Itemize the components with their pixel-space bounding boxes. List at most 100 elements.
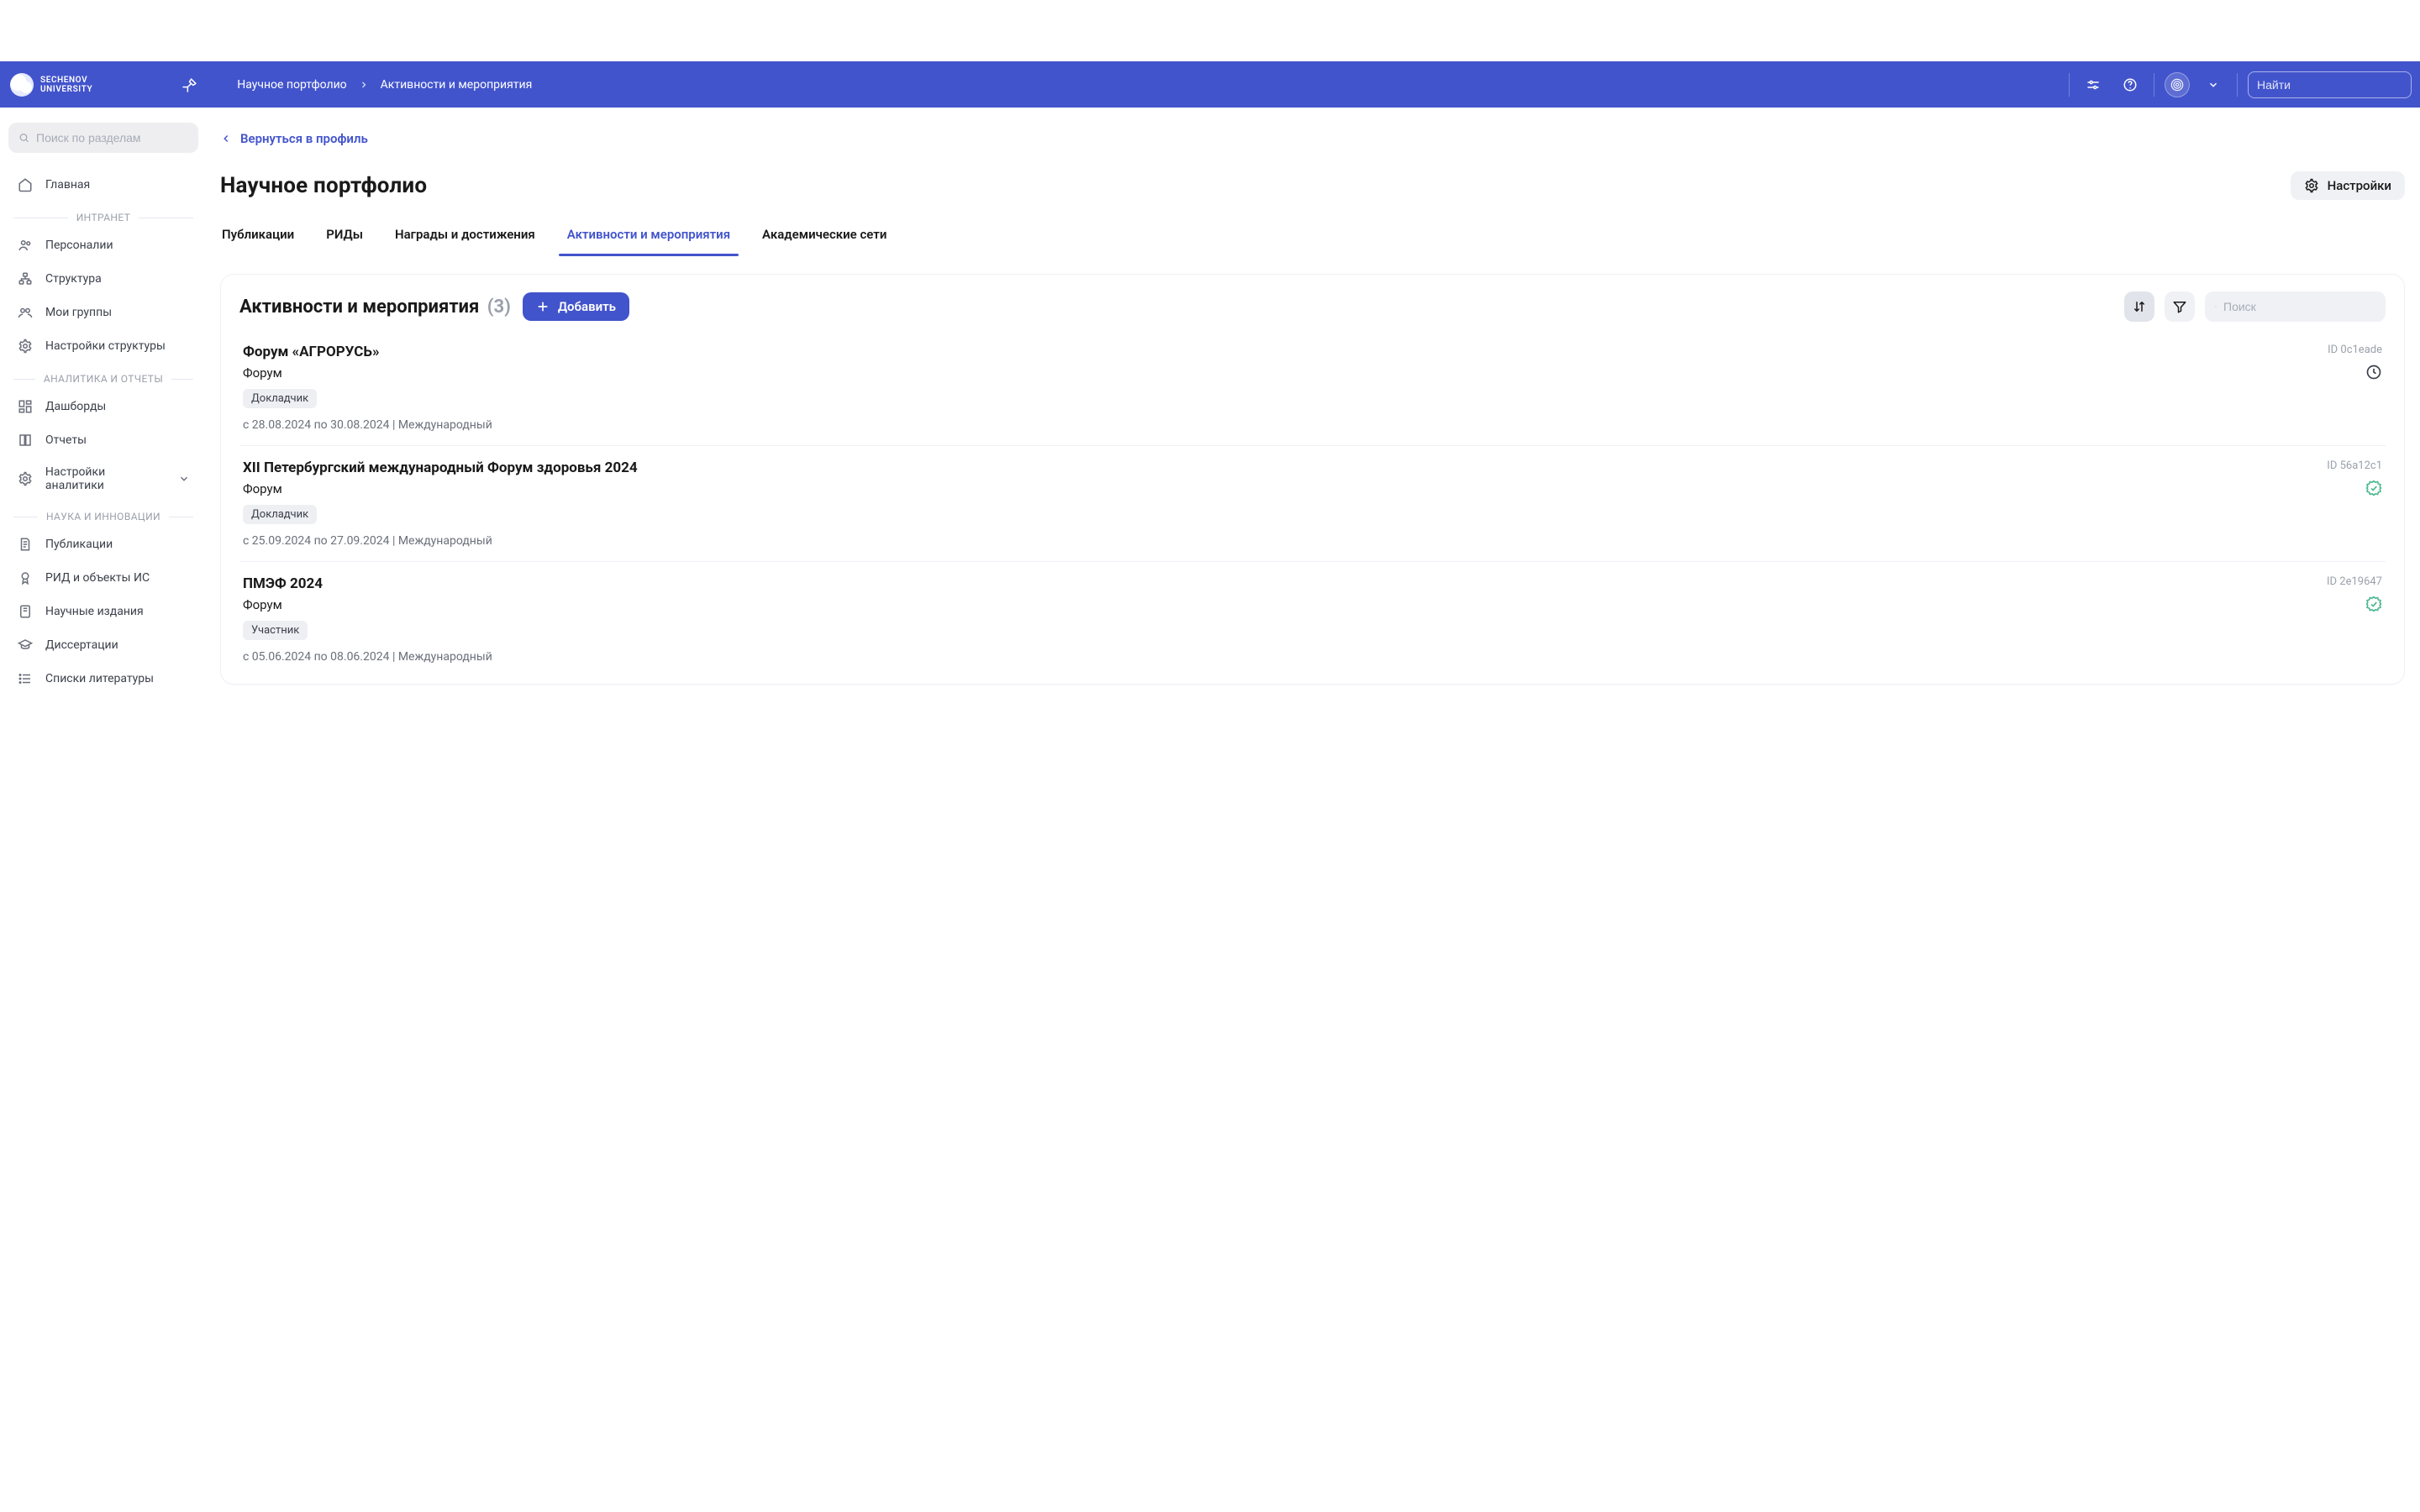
sliders-icon <box>2086 77 2101 92</box>
back-to-profile[interactable]: Вернуться в профиль <box>220 131 2405 146</box>
award-icon <box>18 570 33 585</box>
sidebar-item-journals[interactable]: Научные издания <box>8 595 198 628</box>
page-title: Научное портфолио <box>220 173 427 198</box>
item-title: XII Петербургский международный Форум зд… <box>243 459 638 476</box>
item-meta: с 05.06.2024 по 08.06.2024 | Международн… <box>243 650 2382 664</box>
settings-label: Настройки <box>2328 178 2391 193</box>
adjustments-button[interactable] <box>2080 71 2107 98</box>
activities-panel: Активности и мероприятия (3) Добавить <box>220 274 2405 685</box>
sidebar-item-label: Настройки аналитики <box>45 465 166 492</box>
plus-icon <box>536 300 550 313</box>
sidebar-item-analytics-settings[interactable]: Настройки аналитики <box>8 457 198 501</box>
sidebar-item-persons[interactable]: Персоналии <box>8 228 198 262</box>
status-verified-icon <box>2365 596 2382 612</box>
sidebar-search[interactable] <box>8 123 198 153</box>
sidebar-item-label: Диссертации <box>45 638 118 652</box>
sidebar-item-groups[interactable]: Мои группы <box>8 296 198 329</box>
role-badge: Докладчик <box>243 505 317 524</box>
settings-button[interactable]: Настройки <box>2291 171 2405 200</box>
tab-awards[interactable]: Награды и достижения <box>393 218 537 255</box>
brand-line2: UNIVERSITY <box>40 85 92 94</box>
item-title: ПМЭФ 2024 <box>243 575 323 592</box>
sidebar-item-label: РИД и объекты ИС <box>45 571 150 585</box>
account-menu[interactable] <box>2200 71 2227 98</box>
panel-count: (3) <box>487 297 511 318</box>
search-icon <box>2215 300 2217 313</box>
sidebar-item-label: Дашборды <box>45 400 106 413</box>
tab-publications[interactable]: Публикации <box>220 218 296 255</box>
gear-icon <box>18 339 33 354</box>
list-item[interactable]: ПМЭФ 2024 ID 2e19647 Форум Участник с 05… <box>239 561 2386 677</box>
sidebar-item-structure[interactable]: Структура <box>8 262 198 296</box>
group-icon <box>18 305 33 320</box>
backlink-label: Вернуться в профиль <box>240 131 368 146</box>
breadcrumb: Научное портфолио Активности и мероприят… <box>237 78 532 92</box>
breadcrumb-leaf[interactable]: Активности и мероприятия <box>381 78 533 92</box>
activities-list: Форум «АГРОРУСЬ» ID 0c1eade Форум Доклад… <box>239 330 2386 677</box>
graduation-icon <box>18 638 33 653</box>
topbar: SECHENOV UNIVERSITY Научное портфолио Ак… <box>0 61 2420 108</box>
sidebar-item-dashboards[interactable]: Дашборды <box>8 390 198 423</box>
sidebar-search-input[interactable] <box>36 131 188 144</box>
list-item[interactable]: Форум «АГРОРУСЬ» ID 0c1eade Форум Доклад… <box>239 330 2386 445</box>
sidebar-item-label: Мои группы <box>45 306 112 319</box>
sidebar-item-publications[interactable]: Публикации <box>8 528 198 561</box>
sidebar-item-reports[interactable]: Отчеты <box>8 423 198 457</box>
filter-icon <box>2172 299 2187 314</box>
pin-toggle[interactable] <box>176 71 203 98</box>
help-button[interactable] <box>2117 71 2144 98</box>
panel-search-input[interactable] <box>2223 300 2375 313</box>
tab-activities[interactable]: Активности и мероприятия <box>566 218 732 255</box>
document-icon <box>18 537 33 552</box>
sidebar-section-science: НАУКА И ИННОВАЦИИ <box>8 501 198 528</box>
search-icon <box>18 131 29 144</box>
book-icon <box>18 433 33 448</box>
gear-icon <box>18 471 33 486</box>
chevron-down-icon <box>2207 79 2219 91</box>
filter-button[interactable] <box>2165 291 2195 322</box>
main: Вернуться в профиль Научное портфолио На… <box>220 108 2420 1512</box>
tab-networks[interactable]: Академические сети <box>760 218 888 255</box>
sidebar-section-analytics: АНАЛИТИКА И ОТЧЕТЫ <box>8 363 198 390</box>
sidebar-item-structure-settings[interactable]: Настройки структуры <box>8 329 198 363</box>
chevron-left-icon <box>220 133 232 144</box>
brand-text: SECHENOV UNIVERSITY <box>40 76 92 94</box>
avatar[interactable] <box>2165 72 2190 97</box>
sort-icon <box>2132 299 2147 314</box>
item-id: ID 2e19647 <box>2327 575 2382 588</box>
list-icon <box>18 671 33 686</box>
sidebar-item-ip[interactable]: РИД и объекты ИС <box>8 561 198 595</box>
item-id: ID 0c1eade <box>2328 344 2382 356</box>
add-label: Добавить <box>558 299 616 314</box>
chevron-down-icon <box>178 473 190 485</box>
brand-logo-icon <box>10 73 34 97</box>
sidebar-item-label: Настройки структуры <box>45 339 166 353</box>
brand-line1: SECHENOV <box>40 76 92 85</box>
sidebar-item-home[interactable]: Главная <box>8 168 198 202</box>
sidebar-item-label: Научные издания <box>45 605 144 618</box>
panel-search[interactable] <box>2205 291 2386 322</box>
sidebar-item-label: Главная <box>45 178 90 192</box>
sidebar-item-references[interactable]: Списки литературы <box>8 662 198 696</box>
breadcrumb-root[interactable]: Научное портфолио <box>237 78 346 92</box>
help-icon <box>2123 77 2138 92</box>
users-icon <box>18 238 33 253</box>
status-verified-icon <box>2365 480 2382 496</box>
sidebar: Главная ИНТРАНЕТ Персоналии Структура Мо… <box>0 108 207 1512</box>
divider <box>2237 73 2238 97</box>
list-item[interactable]: XII Петербургский международный Форум зд… <box>239 445 2386 561</box>
fingerprint-icon <box>2169 76 2186 93</box>
global-search-input[interactable] <box>2257 78 2409 92</box>
tab-rids[interactable]: РИДы <box>324 218 365 255</box>
item-id: ID 56a12c1 <box>2327 459 2382 472</box>
item-type: Форум <box>243 597 282 612</box>
role-badge: Участник <box>243 621 308 640</box>
sidebar-item-dissertations[interactable]: Диссертации <box>8 628 198 662</box>
add-button[interactable]: Добавить <box>523 292 629 321</box>
sort-button[interactable] <box>2124 291 2154 322</box>
tabs: Публикации РИДы Награды и достижения Акт… <box>220 218 2405 255</box>
sidebar-item-label: Публикации <box>45 538 113 551</box>
global-search[interactable] <box>2248 71 2412 98</box>
item-type: Форум <box>243 365 282 381</box>
brand[interactable]: SECHENOV UNIVERSITY <box>10 73 92 97</box>
